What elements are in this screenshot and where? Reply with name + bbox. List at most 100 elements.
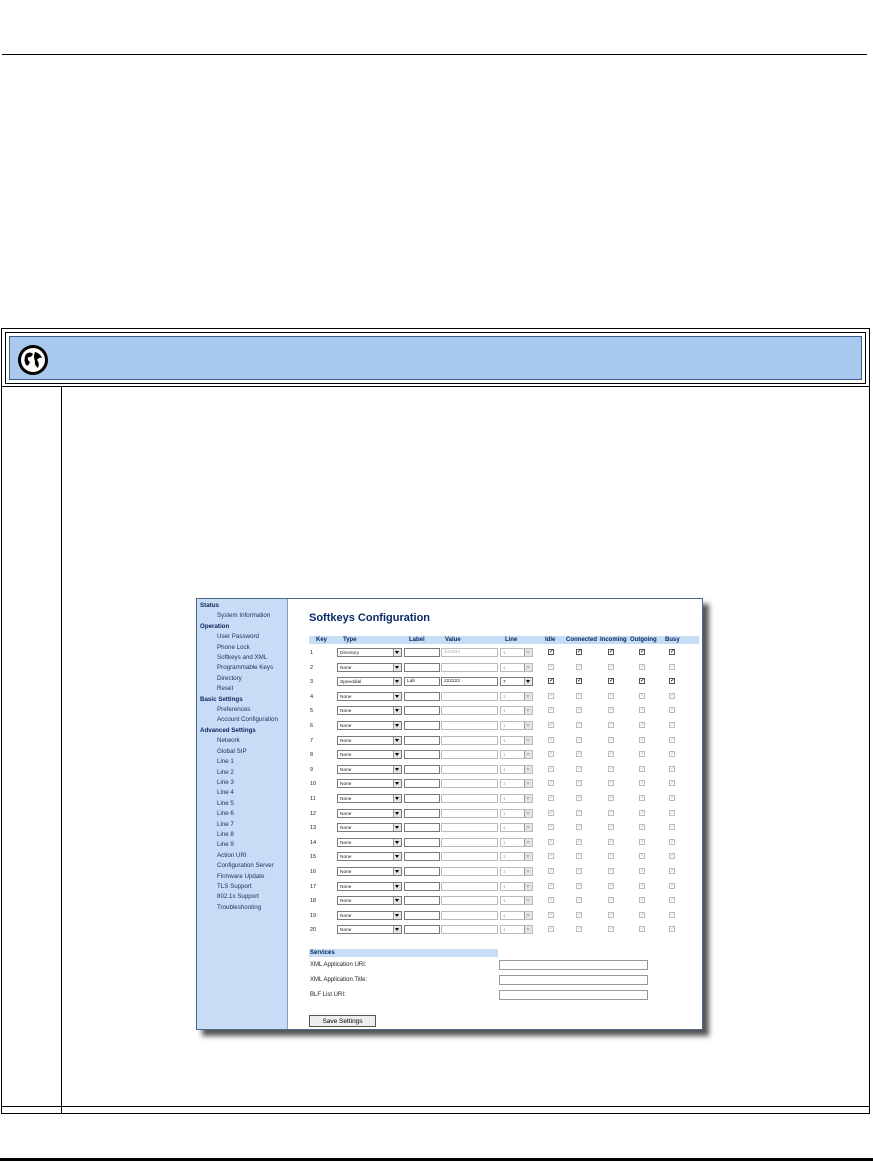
outgoing-checkbox[interactable]: ✓	[639, 736, 645, 743]
busy-checkbox[interactable]: ✓	[669, 882, 675, 889]
label-input[interactable]	[404, 867, 440, 876]
incoming-checkbox[interactable]: ✓	[608, 751, 614, 758]
busy-checkbox[interactable]: ✓	[669, 736, 675, 743]
incoming-checkbox[interactable]: ✓	[608, 663, 614, 670]
connected-checkbox[interactable]: ✓	[576, 853, 582, 860]
sidebar-item[interactable]: Firmware Update	[197, 872, 287, 882]
incoming-checkbox[interactable]: ✓	[608, 692, 614, 699]
value-input[interactable]	[441, 896, 498, 906]
idle-checkbox[interactable]: ✓	[548, 692, 554, 699]
outgoing-checkbox[interactable]: ✓	[639, 765, 645, 772]
connected-checkbox[interactable]: ✓	[576, 795, 582, 801]
value-input[interactable]	[441, 662, 498, 672]
line-select[interactable]: 1	[500, 896, 533, 906]
sidebar-item[interactable]: Directory	[197, 674, 287, 684]
incoming-checkbox[interactable]: ✓	[608, 897, 614, 904]
type-select[interactable]: None	[337, 881, 402, 891]
idle-checkbox[interactable]: ✓	[548, 678, 554, 685]
outgoing-checkbox[interactable]: ✓	[639, 692, 645, 699]
busy-checkbox[interactable]: ✓	[669, 838, 675, 845]
line-select[interactable]: 1	[500, 779, 533, 789]
outgoing-checkbox[interactable]: ✓	[639, 838, 645, 845]
outgoing-checkbox[interactable]: ✓	[639, 780, 645, 787]
value-input[interactable]	[441, 764, 498, 774]
outgoing-checkbox[interactable]: ✓	[639, 926, 645, 933]
idle-checkbox[interactable]: ✓	[548, 809, 554, 816]
label-input[interactable]	[404, 779, 440, 789]
sidebar-item[interactable]: Line 6	[197, 809, 287, 819]
busy-checkbox[interactable]: ✓	[669, 707, 675, 714]
label-input[interactable]	[404, 750, 440, 760]
idle-checkbox[interactable]: ✓	[548, 838, 554, 845]
sidebar-item[interactable]: Action URI	[197, 851, 287, 861]
label-input[interactable]	[404, 706, 440, 716]
outgoing-checkbox[interactable]: ✓	[639, 882, 645, 889]
line-select[interactable]: 1	[500, 808, 533, 818]
outgoing-checkbox[interactable]: ✓	[639, 809, 645, 816]
outgoing-checkbox[interactable]: ✓	[639, 663, 645, 670]
connected-checkbox[interactable]: ✓	[576, 736, 582, 743]
idle-checkbox[interactable]: ✓	[548, 882, 554, 889]
value-input[interactable]	[441, 721, 498, 730]
line-select[interactable]: 1	[500, 867, 533, 876]
type-select[interactable]: None	[337, 896, 402, 906]
type-select[interactable]: None	[337, 750, 402, 760]
xml-app-title-input[interactable]	[499, 975, 648, 985]
connected-checkbox[interactable]: ✓	[576, 897, 582, 904]
idle-checkbox[interactable]: ✓	[548, 868, 554, 874]
busy-checkbox[interactable]: ✓	[669, 663, 675, 670]
type-select[interactable]: None	[337, 691, 402, 701]
line-select[interactable]: 1	[500, 750, 533, 760]
idle-checkbox[interactable]: ✓	[548, 707, 554, 714]
connected-checkbox[interactable]: ✓	[576, 663, 582, 670]
incoming-checkbox[interactable]: ✓	[608, 795, 614, 801]
connected-checkbox[interactable]: ✓	[576, 838, 582, 845]
incoming-checkbox[interactable]: ✓	[608, 678, 614, 685]
label-input[interactable]	[404, 896, 440, 906]
sidebar-item[interactable]: 802.1x Support	[197, 892, 287, 902]
connected-checkbox[interactable]: ✓	[576, 882, 582, 889]
label-input[interactable]	[404, 823, 440, 833]
incoming-checkbox[interactable]: ✓	[608, 765, 614, 772]
line-select[interactable]: 1	[500, 837, 533, 847]
line-select[interactable]: 7	[500, 677, 533, 687]
connected-checkbox[interactable]: ✓	[576, 780, 582, 787]
type-select[interactable]: Directory	[337, 648, 402, 657]
line-select[interactable]: 1	[500, 910, 533, 920]
label-input[interactable]	[404, 735, 440, 745]
line-select[interactable]: 1	[500, 881, 533, 891]
outgoing-checkbox[interactable]: ✓	[639, 722, 645, 728]
outgoing-checkbox[interactable]: ✓	[639, 824, 645, 831]
connected-checkbox[interactable]: ✓	[576, 868, 582, 874]
incoming-checkbox[interactable]: ✓	[608, 868, 614, 874]
outgoing-checkbox[interactable]: ✓	[639, 649, 645, 655]
connected-checkbox[interactable]: ✓	[576, 692, 582, 699]
idle-checkbox[interactable]: ✓	[548, 649, 554, 655]
idle-checkbox[interactable]: ✓	[548, 795, 554, 801]
busy-checkbox[interactable]: ✓	[669, 809, 675, 816]
busy-checkbox[interactable]: ✓	[669, 911, 675, 918]
type-select[interactable]: None	[337, 925, 402, 935]
line-select[interactable]: 1	[500, 852, 533, 862]
type-select[interactable]: None	[337, 779, 402, 789]
line-select[interactable]: 1	[500, 764, 533, 774]
outgoing-checkbox[interactable]: ✓	[639, 751, 645, 758]
incoming-checkbox[interactable]: ✓	[608, 824, 614, 831]
value-input[interactable]	[441, 750, 498, 760]
connected-checkbox[interactable]: ✓	[576, 926, 582, 933]
sidebar-item[interactable]: Line 5	[197, 799, 287, 809]
type-select[interactable]: Speeddial	[337, 677, 402, 687]
type-select[interactable]: None	[337, 794, 402, 803]
incoming-checkbox[interactable]: ✓	[608, 911, 614, 918]
value-input[interactable]	[441, 925, 498, 935]
busy-checkbox[interactable]: ✓	[669, 765, 675, 772]
idle-checkbox[interactable]: ✓	[548, 722, 554, 728]
value-input[interactable]: 444444	[441, 648, 498, 657]
value-input[interactable]	[441, 808, 498, 818]
idle-checkbox[interactable]: ✓	[548, 751, 554, 758]
label-input[interactable]	[404, 925, 440, 935]
incoming-checkbox[interactable]: ✓	[608, 649, 614, 655]
sidebar-item[interactable]: Preferences	[197, 705, 287, 715]
label-input[interactable]	[404, 910, 440, 920]
value-input[interactable]	[441, 823, 498, 833]
